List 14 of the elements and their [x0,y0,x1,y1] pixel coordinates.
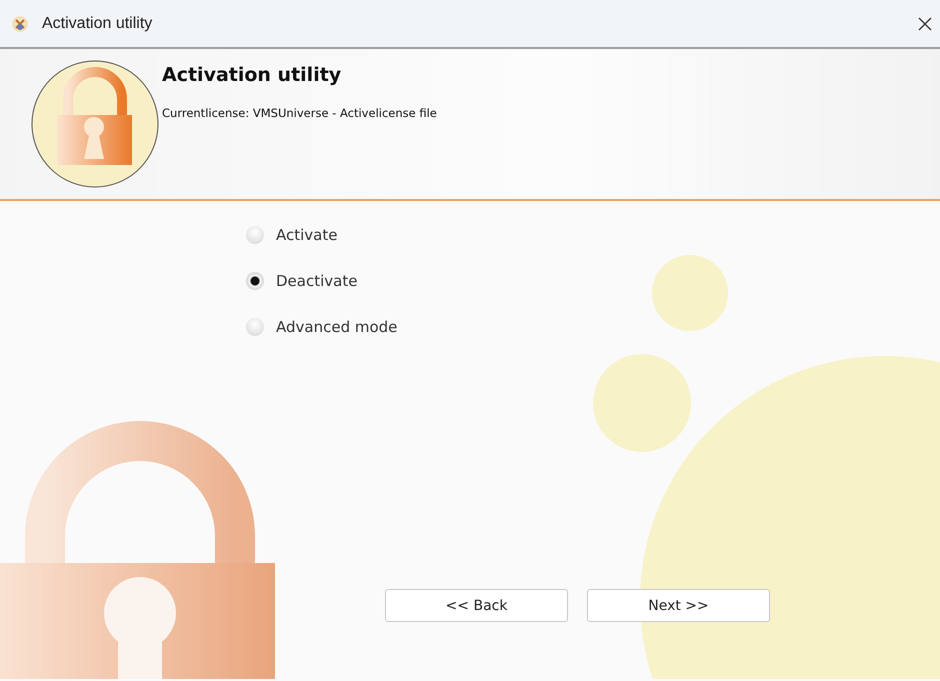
radio-button[interactable] [246,318,264,336]
header-title: Activation utility [162,64,342,86]
window-title: Activation utility [42,14,152,32]
option-label: Activate [276,226,338,244]
next-button[interactable]: Next >> [587,589,770,622]
option-label: Advanced mode [276,318,398,336]
radio-button[interactable] [246,226,264,244]
back-button[interactable]: << Back [385,589,568,622]
radio-button[interactable] [246,272,264,290]
padlock-icon [30,59,160,189]
option-label: Deactivate [276,272,358,290]
license-text: Currentlicense: VMSUniverse - Activelicense file [162,106,437,120]
app-icon [10,14,30,34]
close-icon[interactable] [918,16,932,30]
